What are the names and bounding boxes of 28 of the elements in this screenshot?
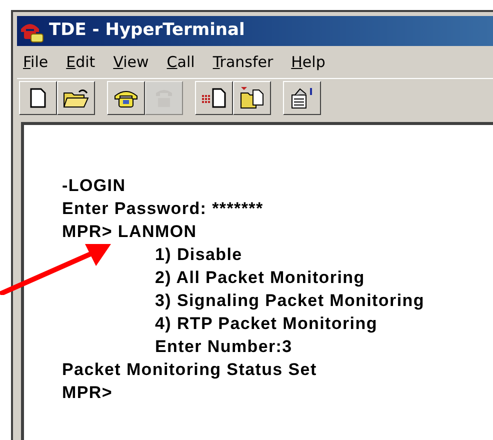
terminal-line: 3) Signaling Packet Monitoring <box>155 290 424 312</box>
toolbar-button[interactable] <box>195 80 233 114</box>
menu-item[interactable]: Transfer <box>208 50 278 74</box>
terminal-line: 2) All Packet Monitoring <box>155 267 365 289</box>
terminal-line: 1) Disable <box>155 244 242 266</box>
toolbar-button[interactable] <box>19 80 57 114</box>
folder-icon <box>63 88 89 108</box>
toolbar-button[interactable] <box>283 80 321 114</box>
menu-item[interactable]: File <box>19 50 52 74</box>
toolbar-button[interactable] <box>107 80 145 114</box>
menu-item[interactable]: View <box>109 50 153 74</box>
toolbar-button[interactable] <box>57 80 95 114</box>
terminal-line: MPR> LANMON <box>62 221 197 243</box>
receive-file-icon <box>240 86 264 108</box>
terminal-line: Packet Monitoring Status Set <box>62 359 317 381</box>
menu-item[interactable]: Edit <box>62 50 100 74</box>
terminal-line: 4) RTP Packet Monitoring <box>155 313 378 335</box>
window-title: TDE - HyperTerminal <box>49 19 245 42</box>
blank-page-icon <box>30 88 46 108</box>
terminal-line: MPR> <box>62 382 113 404</box>
menu-item[interactable]: Call <box>162 50 199 74</box>
menu-item[interactable]: Help <box>287 50 330 74</box>
send-file-icon <box>201 88 227 108</box>
terminal-line: -LOGIN <box>62 175 126 197</box>
properties-icon <box>290 86 314 108</box>
terminal-line: Enter Number:3 <box>155 336 292 358</box>
terminal-line: Enter Password: ******* <box>62 198 264 220</box>
toolbar-button[interactable] <box>233 80 271 114</box>
